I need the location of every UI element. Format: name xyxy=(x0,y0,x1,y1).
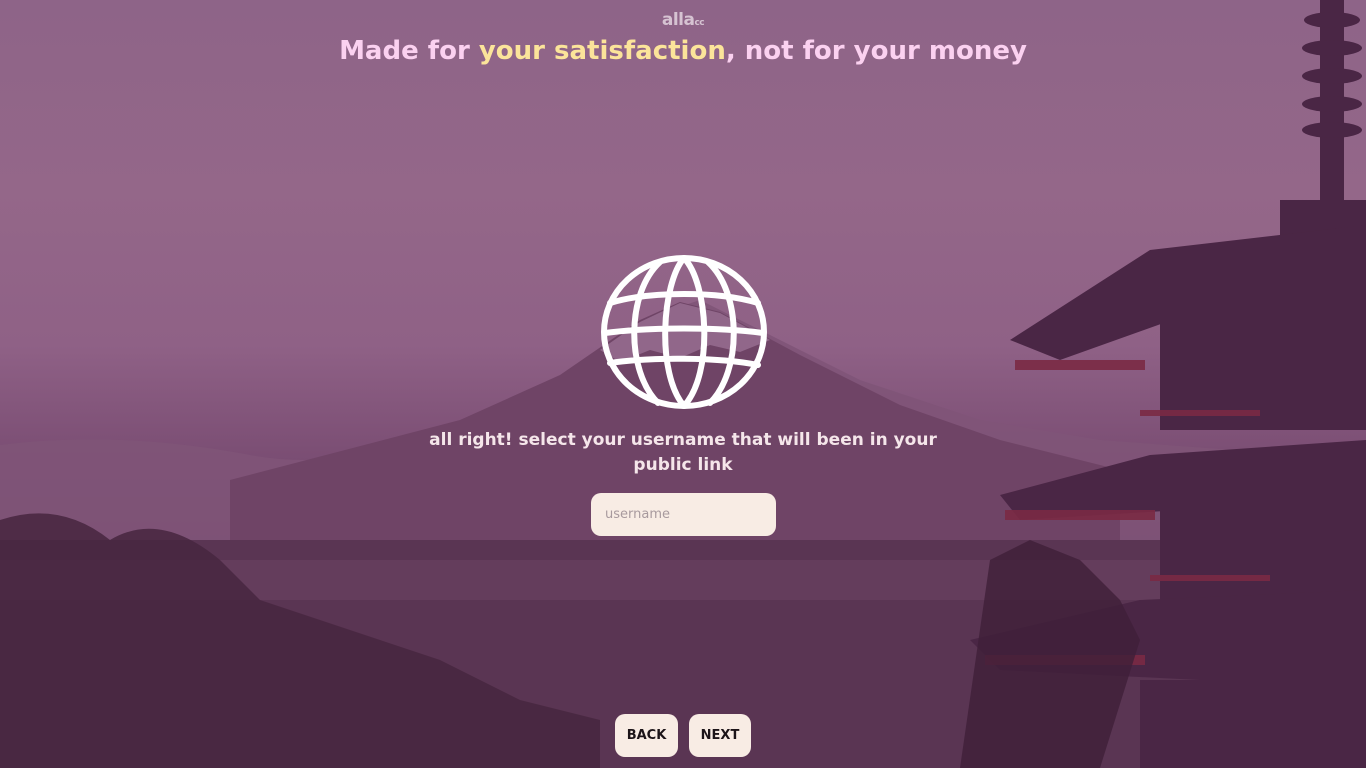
username-prompt-text: all right! select your username that wil… xyxy=(429,430,937,475)
page: allacc Made for your satisfaction, not f… xyxy=(0,0,1366,768)
globe-icon xyxy=(600,253,768,411)
logo-text: alla xyxy=(661,10,695,30)
username-input[interactable] xyxy=(591,493,776,536)
headline-prefix: Made for xyxy=(339,36,479,66)
headline-suffix: , not for your money xyxy=(725,36,1027,66)
next-button[interactable]: NEXT xyxy=(689,714,751,757)
logo: allacc xyxy=(0,10,1366,30)
username-prompt: all right! select your username that wil… xyxy=(408,428,958,478)
headline-highlight: your satisfaction xyxy=(478,36,726,66)
logo-suffix: cc xyxy=(694,18,705,28)
headline: Made for your satisfaction, not for your… xyxy=(0,36,1366,66)
back-button[interactable]: BACK xyxy=(615,714,678,757)
